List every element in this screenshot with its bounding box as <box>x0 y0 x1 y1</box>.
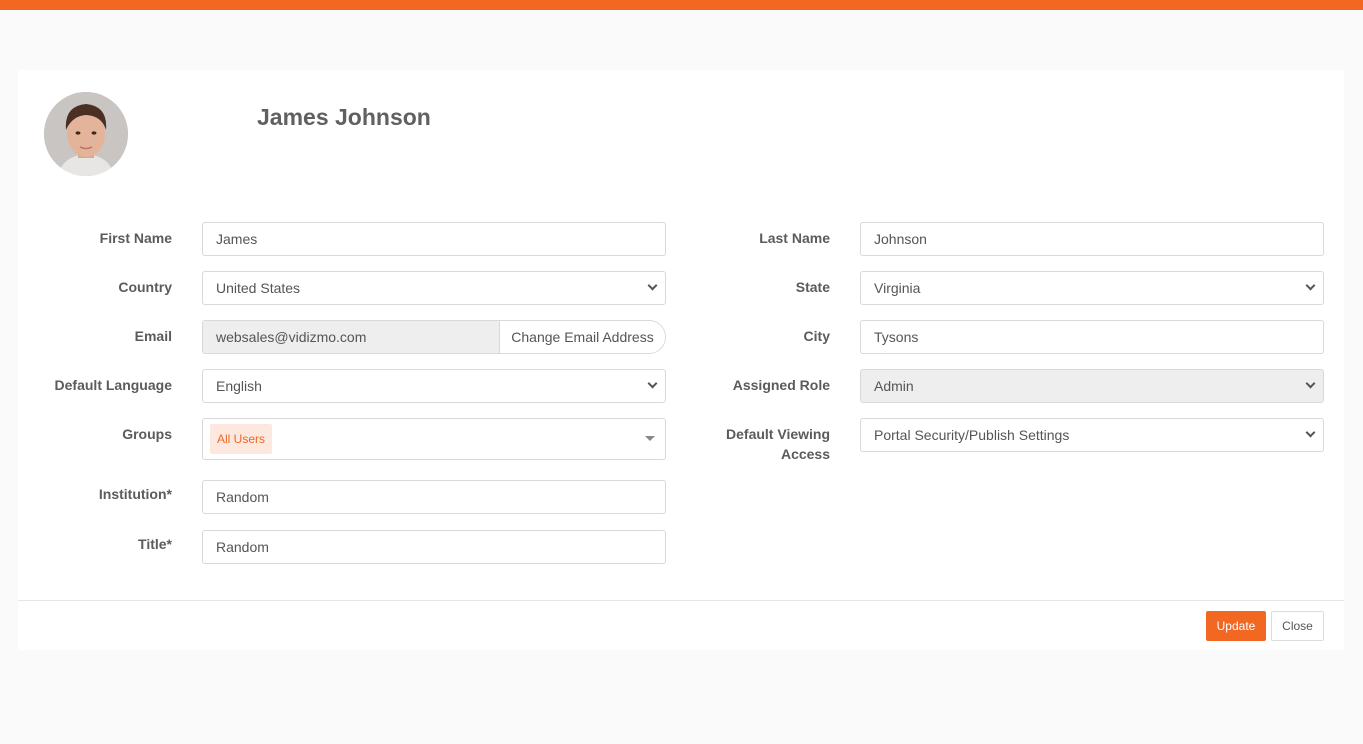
assigned-role-label: Assigned Role <box>732 377 830 393</box>
update-button[interactable]: Update <box>1206 611 1266 641</box>
title-input[interactable]: Random <box>202 530 666 564</box>
default-viewing-access-label: Default Viewing Access <box>708 424 830 464</box>
groups-label: Groups <box>122 426 172 442</box>
chevron-down-icon <box>1305 427 1316 438</box>
email-field: websales@vidizmo.com <box>203 321 500 353</box>
default-viewing-access-label-line2: Access <box>780 446 830 462</box>
first-name-input[interactable]: James <box>202 222 666 256</box>
country-select[interactable]: United States <box>202 271 666 305</box>
change-email-button[interactable]: Change Email Address <box>500 321 665 353</box>
city-label: City <box>803 328 830 344</box>
institution-input[interactable]: Random <box>202 480 666 514</box>
last-name-input[interactable]: Johnson <box>860 222 1324 256</box>
email-label: Email <box>134 328 172 344</box>
default-viewing-access-select[interactable]: Portal Security/Publish Settings <box>860 418 1324 452</box>
state-select[interactable]: Virginia <box>860 271 1324 305</box>
chevron-down-icon <box>1305 280 1316 291</box>
state-label: State <box>795 279 830 295</box>
default-viewing-access-value: Portal Security/Publish Settings <box>874 427 1070 443</box>
country-label: Country <box>118 279 172 295</box>
state-value: Virginia <box>874 280 921 296</box>
default-language-value: English <box>216 378 262 394</box>
user-photo-icon <box>44 92 128 176</box>
avatar <box>44 92 128 176</box>
assigned-role-value: Admin <box>874 378 914 394</box>
chevron-down-icon <box>647 280 658 291</box>
dropdown-arrow-icon[interactable] <box>645 436 655 441</box>
last-name-label: Last Name <box>759 230 830 246</box>
group-tag[interactable]: All Users <box>210 424 273 454</box>
assigned-role-select: Admin <box>860 369 1324 403</box>
groups-multiselect[interactable]: All Users <box>202 418 666 460</box>
title-label: Title* <box>138 536 172 552</box>
email-group: websales@vidizmo.com Change Email Addres… <box>202 320 666 354</box>
top-accent-bar <box>0 0 1363 10</box>
chevron-down-icon <box>647 378 658 389</box>
city-input[interactable]: Tysons <box>860 320 1324 354</box>
close-button[interactable]: Close <box>1271 611 1324 641</box>
first-name-label: First Name <box>99 230 172 246</box>
footer-divider <box>18 600 1344 601</box>
chevron-down-icon <box>1305 378 1316 389</box>
institution-label: Institution* <box>98 486 172 502</box>
default-language-label: Default Language <box>54 377 172 393</box>
default-viewing-access-label-line1: Default Viewing <box>726 426 830 442</box>
edit-profile-panel: James Johnson First Name James Last Name… <box>18 70 1344 650</box>
country-value: United States <box>216 280 301 296</box>
default-language-select[interactable]: English <box>202 369 666 403</box>
profile-name: James Johnson <box>257 104 431 130</box>
